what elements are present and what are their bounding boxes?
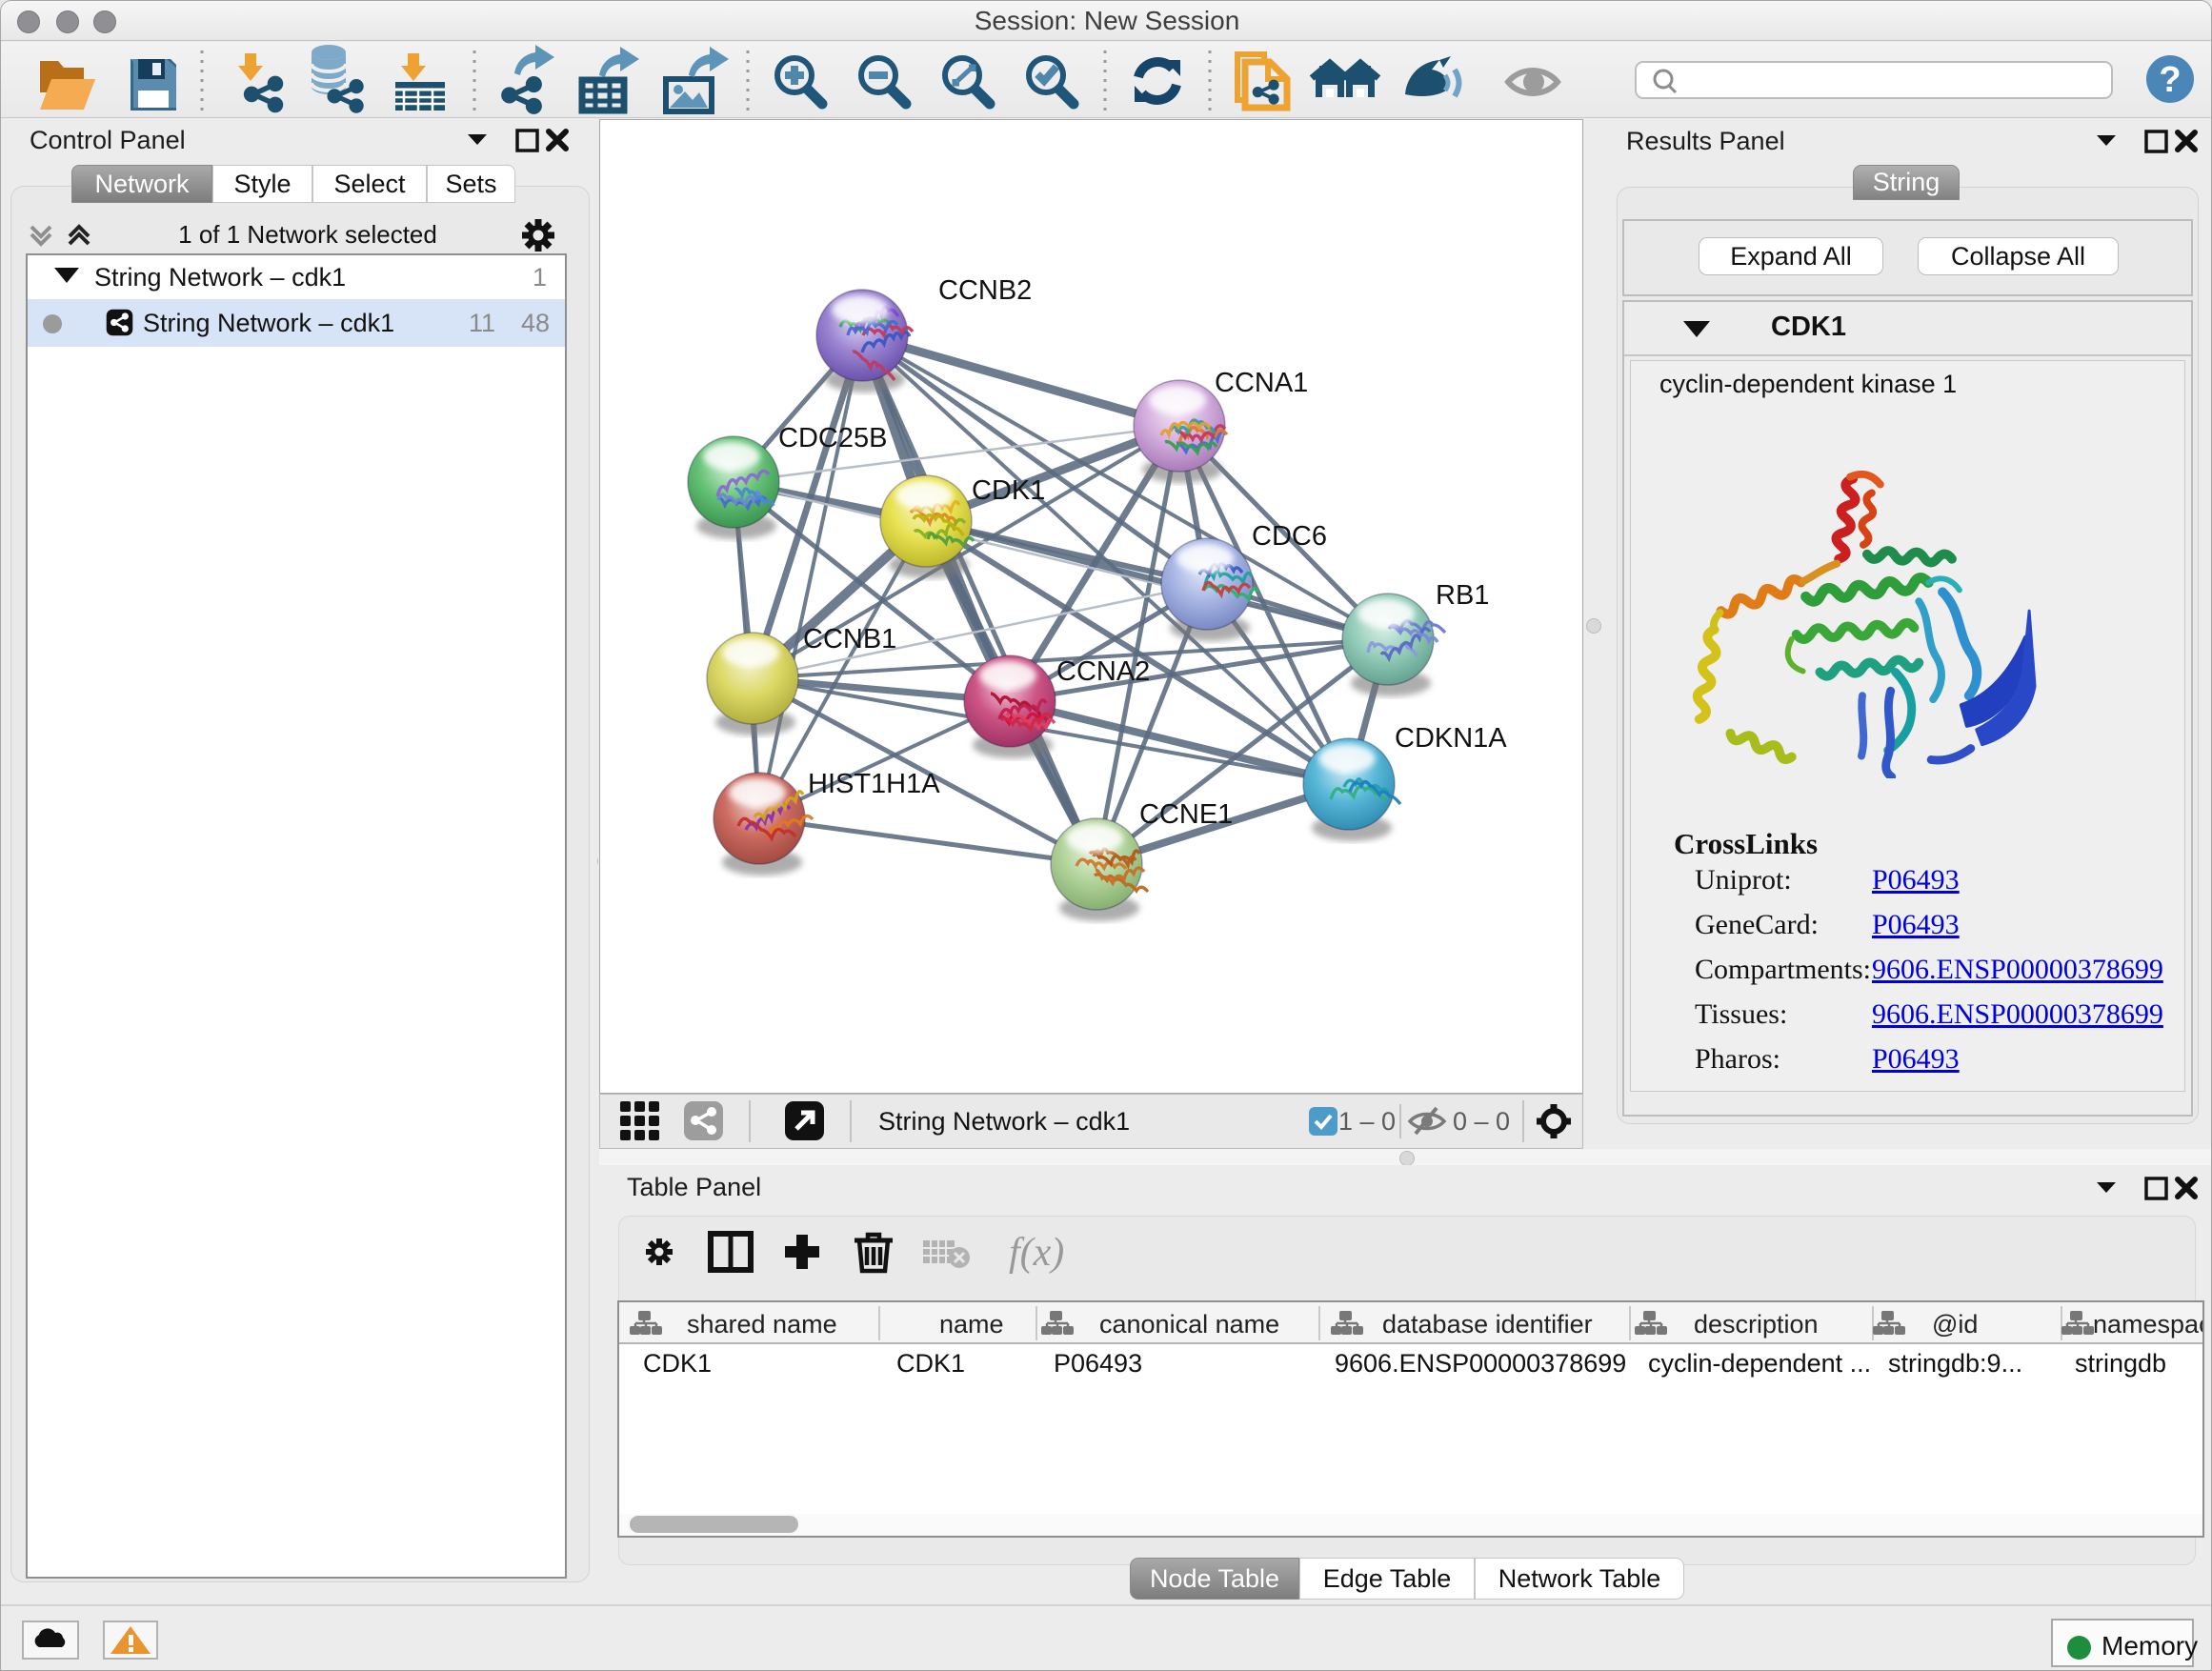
svg-text:stringdb: stringdb bbox=[2075, 1349, 2166, 1378]
svg-text:CDC25B: CDC25B bbox=[778, 423, 887, 453]
svg-text:?: ? bbox=[2159, 60, 2181, 100]
svg-text:0 – 0: 0 – 0 bbox=[1453, 1107, 1510, 1136]
svg-text:CCNB1: CCNB1 bbox=[803, 624, 896, 654]
svg-text:CCNE1: CCNE1 bbox=[1139, 799, 1233, 830]
svg-text:namespac: namespac bbox=[2093, 1310, 2202, 1339]
svg-text:f(x): f(x) bbox=[1009, 1231, 1064, 1275]
svg-text:database identifier: database identifier bbox=[1382, 1310, 1593, 1339]
svg-text:name: name bbox=[939, 1310, 1004, 1339]
svg-text:P06493: P06493 bbox=[1054, 1349, 1142, 1378]
svg-text:stringdb:9...: stringdb:9... bbox=[1888, 1349, 2022, 1378]
svg-text:CDK1: CDK1 bbox=[643, 1349, 712, 1378]
svg-text:RB1: RB1 bbox=[1436, 580, 1489, 611]
svg-text:CDK1: CDK1 bbox=[972, 475, 1045, 506]
svg-text:CCNA2: CCNA2 bbox=[1056, 656, 1150, 687]
svg-text:1 – 0: 1 – 0 bbox=[1338, 1107, 1396, 1136]
svg-text:shared name: shared name bbox=[687, 1310, 837, 1339]
svg-text:String Network – cdk1: String Network – cdk1 bbox=[878, 1107, 1130, 1136]
svg-text:description: description bbox=[1694, 1310, 1819, 1339]
svg-text:CDKN1A: CDKN1A bbox=[1395, 723, 1507, 754]
svg-text:cyclin-dependent ...: cyclin-dependent ... bbox=[1648, 1349, 1871, 1378]
svg-text:CDK1: CDK1 bbox=[896, 1349, 965, 1378]
svg-text:CCNA1: CCNA1 bbox=[1215, 368, 1308, 398]
svg-text:HIST1H1A: HIST1H1A bbox=[808, 769, 940, 799]
svg-text:canonical name: canonical name bbox=[1099, 1310, 1279, 1339]
svg-text:CCNB2: CCNB2 bbox=[938, 275, 1032, 306]
svg-text:9606.ENSP00000378699: 9606.ENSP00000378699 bbox=[1335, 1349, 1626, 1378]
svg-text:CDC6: CDC6 bbox=[1252, 521, 1327, 552]
svg-text:@id: @id bbox=[1932, 1310, 1978, 1339]
